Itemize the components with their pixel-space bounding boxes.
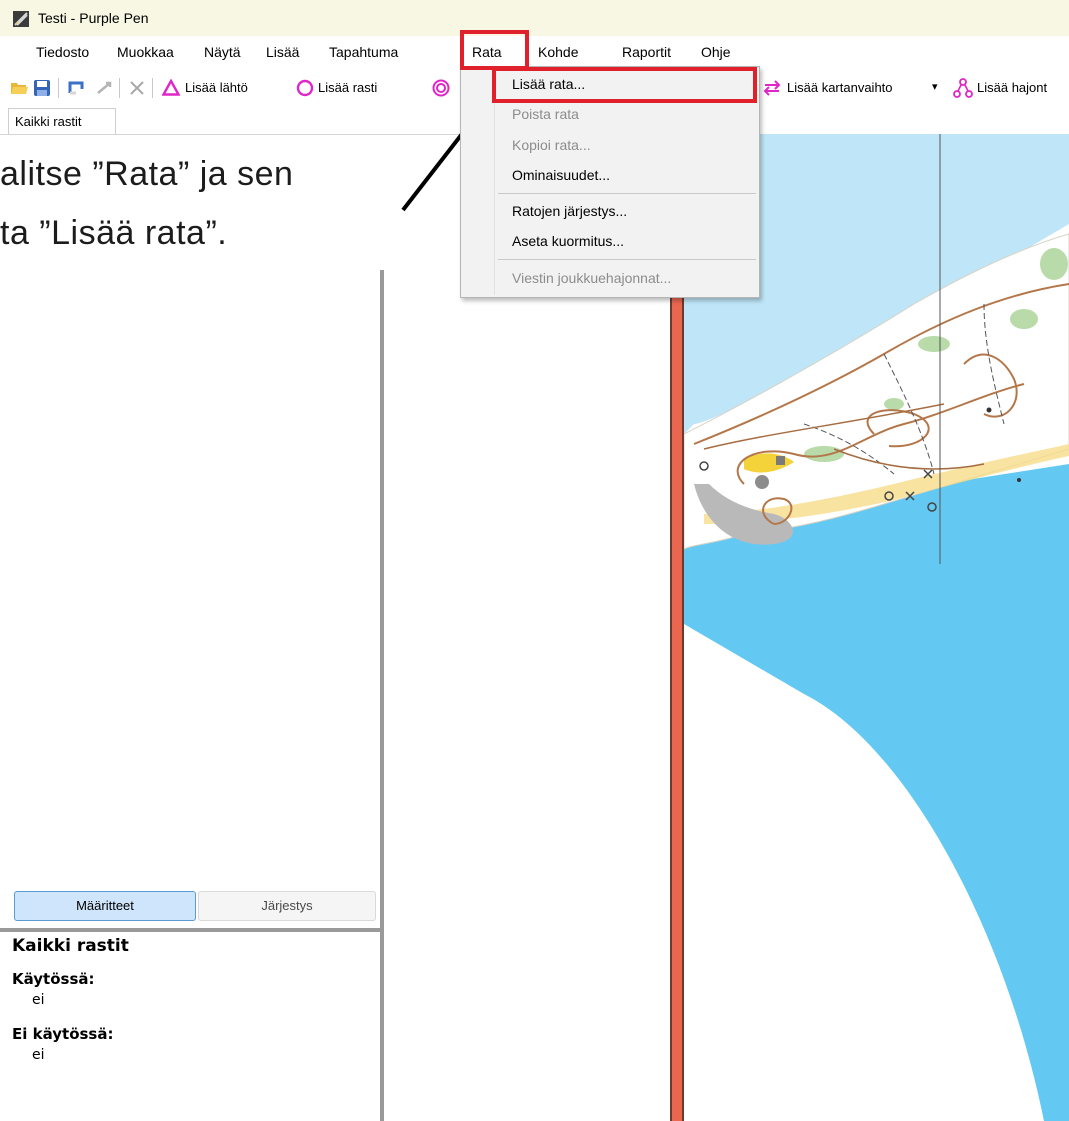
menu-separator xyxy=(498,193,756,194)
add-control-label: Lisää rasti xyxy=(318,80,378,95)
app-icon xyxy=(13,11,29,27)
map-veg-1 xyxy=(804,446,844,462)
highlight-lisaa-rata xyxy=(492,67,757,103)
title-bar xyxy=(0,0,1069,36)
menu-tapahtuma[interactable]: Tapahtuma xyxy=(329,44,398,60)
tab-maaritteet[interactable]: Määritteet xyxy=(14,891,196,921)
toolbar-separator xyxy=(152,78,153,98)
menu-ohje[interactable]: Ohje xyxy=(701,44,731,60)
menu-lisaa[interactable]: Lisää xyxy=(266,44,299,60)
horizontal-splitter[interactable] xyxy=(0,928,380,932)
chevron-down-icon[interactable]: ▾ xyxy=(932,80,938,93)
panel-heading: Kaikki rastit xyxy=(12,936,129,956)
map-veg-4 xyxy=(884,398,904,410)
not-in-use-label: Ei käytössä: xyxy=(12,1025,114,1043)
save-icon[interactable] xyxy=(33,79,51,97)
tab-kaikki-rastit[interactable]: Kaikki rastit xyxy=(8,108,116,135)
map-frame-edge-inner xyxy=(672,292,682,1121)
menu-item-ominaisuudet[interactable]: Ominaisuudet... xyxy=(512,167,610,183)
menu-item-aseta-kuormitus[interactable]: Aseta kuormitus... xyxy=(512,233,624,249)
add-start-label: Lisää lähtö xyxy=(185,80,248,95)
tab-jarjestys[interactable]: Järjestys xyxy=(198,891,376,921)
menu-item-viestin-joukkuehajonnat[interactable]: Viestin joukkuehajonnat... xyxy=(512,270,671,286)
variation-icon xyxy=(953,78,973,98)
undo-icon[interactable] xyxy=(68,79,86,97)
not-in-use-value: ei xyxy=(32,1047,45,1063)
in-use-value: ei xyxy=(32,992,45,1008)
add-start-button[interactable]: Lisää lähtö xyxy=(158,76,308,100)
instruction-line-2: ta ”Lisää rata”. xyxy=(0,214,228,252)
delete-icon[interactable] xyxy=(128,79,146,97)
menu-separator xyxy=(498,259,756,260)
map-veg-3 xyxy=(1010,309,1038,329)
map-water-lower xyxy=(684,464,1069,1121)
open-folder-icon[interactable] xyxy=(10,79,28,97)
map-building xyxy=(776,456,785,465)
menu-muokkaa[interactable]: Muokkaa xyxy=(117,44,174,60)
menu-item-poista-rata[interactable]: Poista rata xyxy=(512,106,579,122)
toolbar-separator xyxy=(119,78,120,98)
map-veg-2 xyxy=(918,336,950,352)
menu-nayta[interactable]: Näytä xyxy=(204,44,241,60)
vertical-splitter[interactable] xyxy=(380,270,384,1121)
menu-kohde[interactable]: Kohde xyxy=(538,44,578,60)
menu-raportit[interactable]: Raportit xyxy=(622,44,671,60)
add-variation-label: Lisää hajont xyxy=(977,80,1048,95)
dropdown-icon-gutter xyxy=(461,67,495,295)
add-map-exchange-label: Lisää kartanvaihto xyxy=(787,80,893,95)
window-title: Testi - Purple Pen xyxy=(38,10,149,26)
map-exchange-icon xyxy=(763,80,781,96)
menu-tiedosto[interactable]: Tiedosto xyxy=(36,44,89,60)
map-boulder xyxy=(755,475,769,489)
toolbar-separator xyxy=(58,78,59,98)
highlight-rata-menu xyxy=(460,30,529,70)
instruction-line-1: alitse ”Rata” ja sen xyxy=(0,155,294,193)
control-circle-icon xyxy=(296,79,314,97)
add-variation-button[interactable]: Lisää hajont xyxy=(953,76,1069,100)
start-triangle-icon xyxy=(162,79,180,96)
redo-icon[interactable] xyxy=(94,79,112,97)
menu-item-kopioi-rata[interactable]: Kopioi rata... xyxy=(512,137,591,153)
map-veg-5 xyxy=(1040,248,1068,280)
in-use-label: Käytössä: xyxy=(12,970,95,988)
add-map-exchange-button[interactable]: Lisää kartanvaihto ▾ xyxy=(762,76,972,100)
menu-item-ratojen-jarjestys[interactable]: Ratojen järjestys... xyxy=(512,203,627,219)
